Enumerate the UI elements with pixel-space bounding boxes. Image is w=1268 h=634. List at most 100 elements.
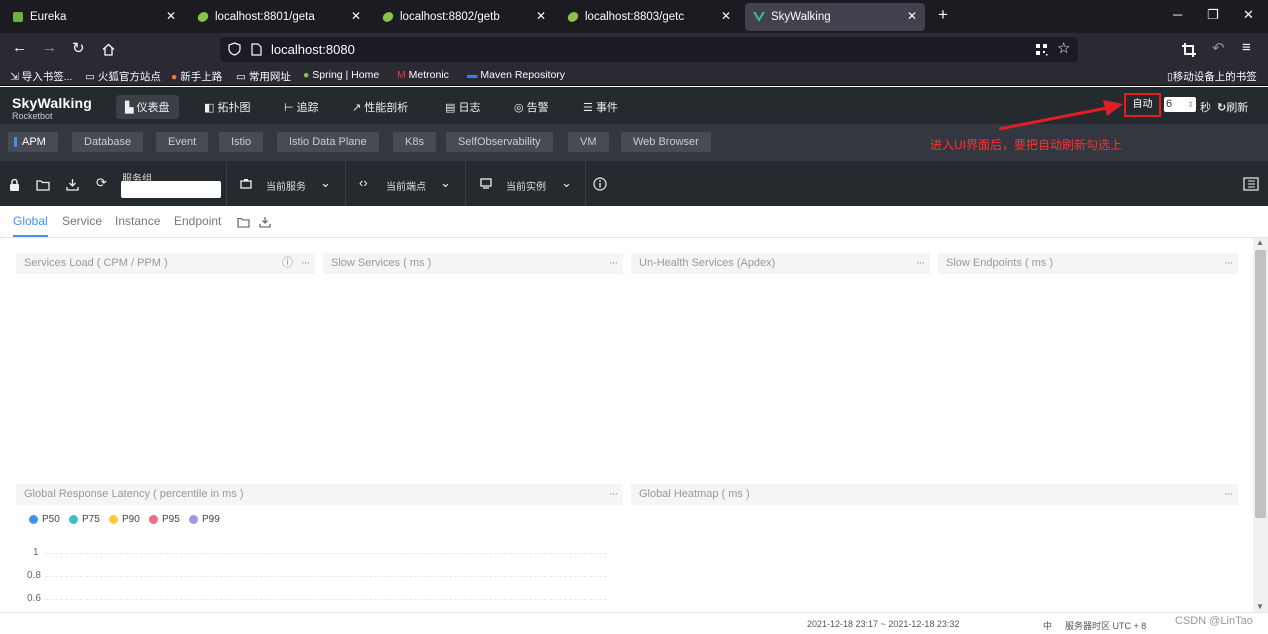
- forward-arrow-icon[interactable]: →: [42, 39, 57, 56]
- refresh-button[interactable]: ↻刷新: [1217, 99, 1248, 115]
- layer-selfobservability[interactable]: SelfObservability: [446, 132, 553, 152]
- info-icon[interactable]: ⓘ: [282, 253, 293, 274]
- legend-p75[interactable]: P75: [69, 514, 100, 525]
- bookmark-common-sites[interactable]: ▭ 常用网址: [236, 69, 291, 84]
- language-toggle[interactable]: 中: [1043, 619, 1052, 632]
- layer-event[interactable]: Event: [156, 132, 209, 152]
- tab-global[interactable]: Global: [13, 214, 48, 237]
- close-icon[interactable]: ✕: [721, 9, 731, 23]
- more-icon[interactable]: ···: [916, 253, 925, 274]
- nav-trace[interactable]: ⊢ 追踪: [284, 99, 319, 115]
- layer-istio-data-plane[interactable]: Istio Data Plane: [277, 132, 379, 152]
- firefox-icon: ●: [171, 71, 178, 83]
- legend-p50[interactable]: P50: [29, 514, 60, 525]
- reload-icon[interactable]: ↻: [72, 39, 85, 57]
- layer-apm[interactable]: APM: [8, 132, 58, 152]
- browser-tab-geta[interactable]: localhost:8801/geta ✕: [189, 3, 369, 31]
- service-group-input[interactable]: [121, 181, 221, 198]
- more-icon[interactable]: ···: [301, 253, 310, 274]
- bookmarks-bar: ⇲ 导入书签... ▭ 火狐官方站点 ● 新手上路 ▭ 常用网址 ● Sprin…: [0, 66, 1268, 86]
- tab-instance[interactable]: Instance: [115, 214, 160, 228]
- bookmark-import[interactable]: ⇲ 导入书签...: [10, 69, 72, 84]
- more-icon[interactable]: ···: [1224, 484, 1233, 505]
- panel-toggle-icon[interactable]: [1243, 177, 1259, 191]
- layer-k8s[interactable]: K8s: [393, 132, 436, 152]
- star-bookmark-icon[interactable]: ☆: [1057, 39, 1070, 57]
- scrollbar-thumb[interactable]: [1255, 250, 1266, 518]
- legend-p95[interactable]: P95: [149, 514, 180, 525]
- browser-tab-getc[interactable]: localhost:8803/getc ✕: [559, 3, 739, 31]
- eureka-icon: [13, 12, 23, 22]
- address-bar[interactable]: localhost:8080 ☆: [220, 37, 1078, 62]
- more-icon[interactable]: ···: [1224, 253, 1233, 274]
- nav-log[interactable]: ▤ 日志: [445, 99, 480, 115]
- tab-service[interactable]: Service: [62, 214, 102, 228]
- bookmark-spring[interactable]: ● Spring | Home: [303, 69, 379, 81]
- download-icon[interactable]: [66, 178, 79, 191]
- close-icon[interactable]: ✕: [351, 9, 361, 23]
- bookmark-firefox-site[interactable]: ▭ 火狐官方站点: [85, 69, 161, 84]
- scroll-up-icon[interactable]: ▲: [1256, 238, 1264, 247]
- nav-profile[interactable]: ↗ 性能剖析: [352, 99, 408, 115]
- new-tab-button[interactable]: +: [938, 5, 948, 25]
- qr-code-icon[interactable]: [1035, 43, 1048, 56]
- chevron-down-icon[interactable]: ⌄: [440, 175, 451, 191]
- chevron-down-icon[interactable]: ⌄: [561, 175, 572, 191]
- more-icon[interactable]: ···: [609, 253, 618, 274]
- dashboard-tabs: Global Service Instance Endpoint: [0, 206, 1268, 238]
- watermark: CSDN @LinTao: [1175, 615, 1253, 627]
- browser-tab-eureka[interactable]: Eureka ✕: [4, 3, 184, 31]
- menu-icon[interactable]: ≡: [1242, 39, 1251, 56]
- info-icon[interactable]: [593, 177, 607, 191]
- window-close-icon[interactable]: ✕: [1243, 7, 1254, 23]
- shield-icon[interactable]: [228, 42, 241, 56]
- legend-p99[interactable]: P99: [189, 514, 220, 525]
- lock-icon[interactable]: [9, 179, 20, 191]
- back-arrow-icon[interactable]: ←: [12, 39, 27, 56]
- tab-endpoint[interactable]: Endpoint: [174, 214, 221, 228]
- metronic-icon: M: [397, 69, 406, 81]
- refresh-interval-input[interactable]: 6 ⇕: [1164, 97, 1196, 112]
- folder-icon[interactable]: [36, 179, 50, 191]
- download-icon[interactable]: [259, 216, 271, 228]
- page-icon: [251, 43, 262, 56]
- layer-web-browser[interactable]: Web Browser: [621, 132, 711, 152]
- more-icon[interactable]: ···: [609, 484, 618, 505]
- nav-dashboard[interactable]: ▙ 仪表盘: [116, 95, 179, 119]
- nav-event[interactable]: ☰ 事件: [583, 99, 618, 115]
- chevron-down-icon[interactable]: ⌄: [320, 175, 331, 191]
- nav-topology[interactable]: ◧ 拓扑图: [204, 99, 250, 115]
- sync-icon[interactable]: ⟳: [96, 175, 107, 191]
- time-range[interactable]: 2021-12-18 23:17 ~ 2021-12-18 23:32: [807, 619, 959, 629]
- layer-vm[interactable]: VM: [568, 132, 609, 152]
- bookmark-metronic[interactable]: M Metronic: [397, 69, 449, 81]
- close-icon[interactable]: ✕: [166, 9, 176, 23]
- browser-tab-skywalking[interactable]: SkyWalking ✕: [745, 3, 925, 31]
- browser-tab-getb[interactable]: localhost:8802/getb ✕: [374, 3, 554, 31]
- spring-leaf-icon: [567, 12, 579, 22]
- bookmark-mobile[interactable]: ▯移动设备上的书签: [1167, 69, 1257, 84]
- trend-icon: ↗: [352, 102, 362, 114]
- undo-icon[interactable]: ↶: [1212, 39, 1225, 57]
- selector-toolbar: ⟳ 服务组 当前服务 ⌄ ‹› 当前端点 ⌄ 当前实例 ⌄: [0, 161, 1268, 206]
- home-icon[interactable]: [102, 43, 115, 56]
- legend-p90[interactable]: P90: [109, 514, 140, 525]
- nav-alarm[interactable]: ◎ 告警: [514, 99, 549, 115]
- folder-icon[interactable]: [237, 217, 250, 228]
- current-instance-select[interactable]: 当前实例: [506, 178, 546, 193]
- url-text[interactable]: localhost:8080: [271, 42, 355, 57]
- bookmark-getting-started[interactable]: ● 新手上路: [171, 69, 222, 84]
- restore-icon[interactable]: ❐: [1207, 7, 1219, 23]
- layer-database[interactable]: Database: [72, 132, 144, 152]
- close-icon[interactable]: ✕: [536, 9, 546, 23]
- spinner-icon[interactable]: ⇕: [1187, 97, 1194, 112]
- scroll-down-icon[interactable]: ▼: [1256, 602, 1264, 611]
- current-service-select[interactable]: 当前服务: [266, 178, 306, 193]
- current-endpoint-select[interactable]: 当前端点: [386, 178, 426, 193]
- interval-unit: 秒: [1200, 102, 1211, 114]
- minimize-icon[interactable]: ─: [1173, 7, 1182, 22]
- bookmark-maven[interactable]: ▬ Maven Repository: [467, 69, 565, 81]
- crop-icon[interactable]: [1182, 43, 1196, 57]
- layer-istio[interactable]: Istio: [219, 132, 264, 152]
- close-icon[interactable]: ✕: [907, 9, 917, 23]
